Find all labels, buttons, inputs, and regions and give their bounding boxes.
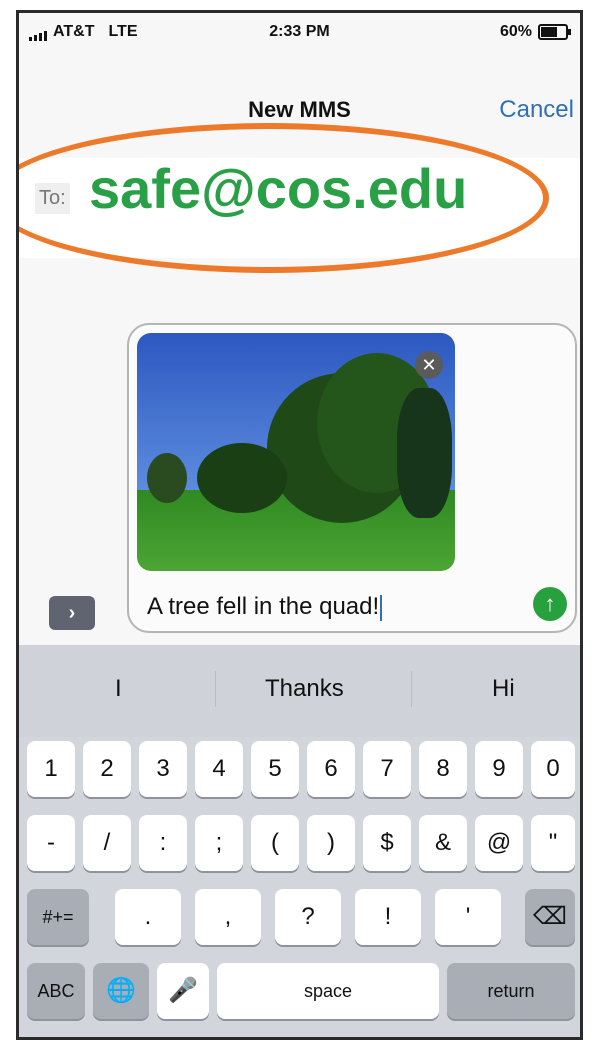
up-arrow-icon: ↑ [544,591,556,616]
message-composer[interactable]: ✕ A tree fell in the quad! ↑ [127,323,577,633]
key-exclamation[interactable]: ! [355,889,421,945]
keyboard: I Thanks Hi 1 2 3 4 5 6 7 8 9 0 - / : ; … [19,645,580,1037]
clock: 2:33 PM [269,23,330,40]
key-4[interactable]: 4 [195,741,243,797]
key-8[interactable]: 8 [419,741,467,797]
globe-icon: 🌐 [106,977,136,1004]
message-text: A tree fell in the quad! [147,593,380,620]
key-more-symbols[interactable]: #+= [27,889,89,945]
expand-apps-button[interactable]: › [49,596,95,630]
dictation-key[interactable]: 🎤 [157,963,209,1019]
key-0[interactable]: 0 [531,741,575,797]
battery-percent: 60% [499,23,532,40]
key-6[interactable]: 6 [307,741,355,797]
page-title: New MMS [248,97,351,122]
key-7[interactable]: 7 [363,741,411,797]
chevron-right-icon: › [68,602,76,624]
attached-photo[interactable]: ✕ [137,333,455,571]
message-input[interactable]: A tree fell in the quad! [147,593,383,621]
x-icon: ✕ [421,355,437,375]
key-dollar[interactable]: $ [363,815,411,871]
delete-key[interactable]: ⌫ [525,889,575,945]
key-9[interactable]: 9 [475,741,523,797]
key-slash[interactable]: / [83,815,131,871]
key-minus[interactable]: - [27,815,75,871]
key-quote[interactable]: " [531,815,575,871]
remove-photo-button[interactable]: ✕ [415,351,443,379]
globe-key[interactable]: 🌐 [93,963,149,1019]
suggestion-2[interactable]: Thanks [265,675,344,703]
key-semicolon[interactable]: ; [195,815,243,871]
cancel-button[interactable]: Cancel [499,96,574,124]
battery-icon [538,24,571,40]
key-comma[interactable]: , [195,889,261,945]
backspace-icon: ⌫ [533,903,567,930]
send-button[interactable]: ↑ [533,587,567,621]
key-5[interactable]: 5 [251,741,299,797]
space-key[interactable]: space [217,963,439,1019]
key-period[interactable]: . [115,889,181,945]
key-ampersand[interactable]: & [419,815,467,871]
key-at[interactable]: @ [475,815,523,871]
phone-screen: AT&T LTE 2:33 PM 60% New MMS Cancel To: … [16,10,583,1040]
key-colon[interactable]: : [139,815,187,871]
status-bar: AT&T LTE 2:33 PM 60% [19,13,580,51]
key-close-paren[interactable]: ) [307,815,355,871]
key-3[interactable]: 3 [139,741,187,797]
microphone-icon: 🎤 [168,977,198,1004]
key-abc[interactable]: ABC [27,963,85,1019]
suggestion-bar: I Thanks Hi [19,645,580,737]
key-open-paren[interactable]: ( [251,815,299,871]
key-1[interactable]: 1 [27,741,75,797]
return-key[interactable]: return [447,963,575,1019]
key-question[interactable]: ? [275,889,341,945]
text-cursor [380,594,383,621]
key-2[interactable]: 2 [83,741,131,797]
key-apostrophe[interactable]: ' [435,889,501,945]
suggestion-3[interactable]: Hi [492,675,515,703]
suggestion-1[interactable]: I [115,675,122,703]
